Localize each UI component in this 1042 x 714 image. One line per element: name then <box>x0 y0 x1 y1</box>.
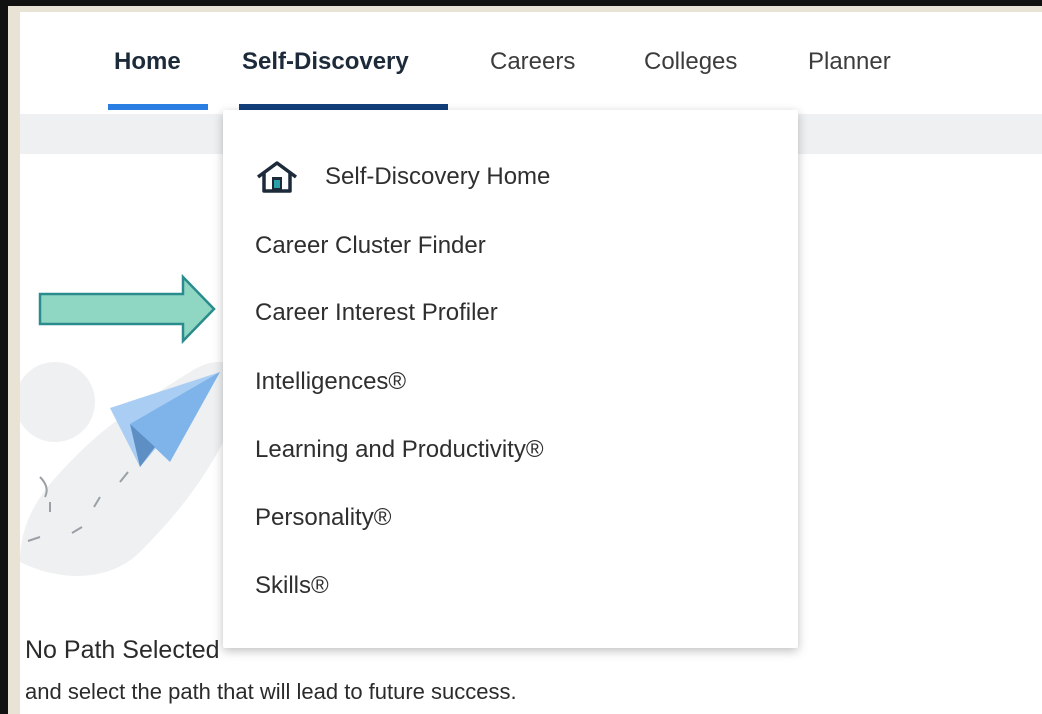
menu-item-learning-and-productivity[interactable]: Learning and Productivity® <box>255 436 544 464</box>
tab-planner[interactable]: Planner <box>808 48 891 76</box>
home-tab-underline <box>108 104 208 110</box>
tab-home[interactable]: Home <box>114 48 181 76</box>
menu-item-self-discovery-home[interactable]: Self-Discovery Home <box>255 160 550 194</box>
menu-item-personality[interactable]: Personality® <box>255 504 391 532</box>
menu-item-career-interest-profiler[interactable]: Career Interest Profiler <box>255 299 498 327</box>
app-window: Home Self-Discovery Careers Colleges Pla… <box>20 12 1042 714</box>
tab-colleges[interactable]: Colleges <box>644 48 737 76</box>
top-navigation: Home Self-Discovery Careers Colleges Pla… <box>20 12 1042 112</box>
menu-item-label: Self-Discovery Home <box>325 163 551 190</box>
menu-item-career-cluster-finder[interactable]: Career Cluster Finder <box>255 232 486 260</box>
pointer-arrow-icon <box>38 274 216 344</box>
menu-item-skills[interactable]: Skills® <box>255 572 329 600</box>
home-icon <box>256 161 298 193</box>
screenshot-frame: Home Self-Discovery Careers Colleges Pla… <box>0 0 1042 714</box>
page-title: No Path Selected <box>25 636 220 664</box>
page-subtitle: and select the path that will lead to fu… <box>25 679 517 704</box>
tab-careers[interactable]: Careers <box>490 48 575 76</box>
tab-self-discovery[interactable]: Self-Discovery <box>242 48 409 76</box>
self-discovery-dropdown-menu: Self-Discovery Home Career Cluster Finde… <box>223 110 798 648</box>
menu-item-intelligences[interactable]: Intelligences® <box>255 368 406 396</box>
